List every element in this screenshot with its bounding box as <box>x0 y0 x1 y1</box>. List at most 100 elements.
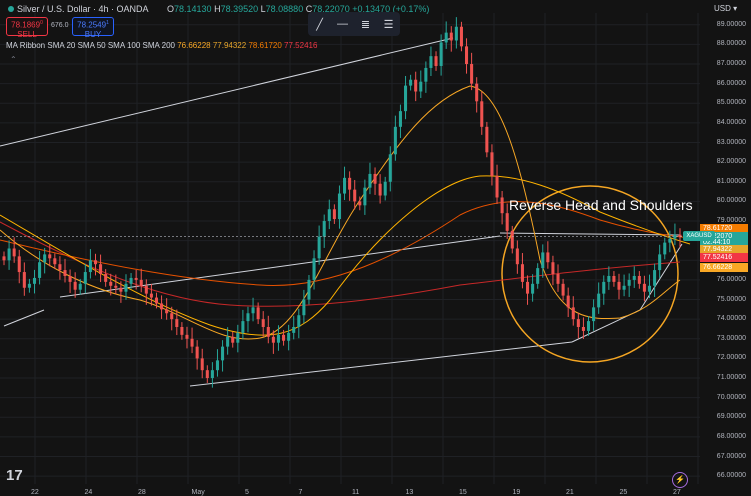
price-tick-label: 76.00000 <box>716 275 746 283</box>
candle-body <box>363 187 367 206</box>
spread-value: 676.0 <box>51 22 69 29</box>
candle-body <box>83 272 87 284</box>
candle-body <box>353 189 357 202</box>
price-tick-label: 70.00000 <box>716 393 746 401</box>
candle-body <box>592 307 596 322</box>
candle-body <box>302 299 306 316</box>
candle-body <box>134 277 138 280</box>
time-tick-label: 11 <box>352 489 360 496</box>
candle-body <box>246 313 250 322</box>
candle-body <box>368 173 372 188</box>
price-tick-label: 88.00000 <box>716 40 746 48</box>
candle-body <box>419 81 423 92</box>
candle-body <box>236 332 240 343</box>
candle-body <box>312 258 316 280</box>
candle-body <box>53 258 57 265</box>
drawing-toolbar: ╱ ― ≣ ☰ <box>308 12 400 36</box>
candle-body <box>337 193 341 220</box>
candle-body <box>653 270 657 286</box>
text-icon[interactable]: ☰ <box>381 18 397 31</box>
price-tick-label: 66.00000 <box>716 472 746 480</box>
candle-body <box>241 321 245 333</box>
candle-body <box>282 334 286 341</box>
candle-body <box>180 327 184 335</box>
pattern-annotation[interactable]: Reverse Head and Shoulders <box>509 197 693 213</box>
time-tick-label: 19 <box>512 489 521 496</box>
time-tick-label: 24 <box>84 489 93 496</box>
candle-body <box>663 242 667 255</box>
candle-body <box>470 64 474 84</box>
currency-selector[interactable]: USD ▾ <box>714 4 737 13</box>
price-tag: 76.66228 <box>700 263 748 273</box>
candle-body <box>139 279 143 286</box>
candle-body <box>317 236 321 259</box>
time-tick-label: 22 <box>31 489 39 496</box>
candle-body <box>378 183 382 196</box>
candle-body <box>200 358 204 371</box>
price-tick-label: 84.00000 <box>716 118 746 126</box>
price-tag: 77.52416 <box>700 252 748 262</box>
candle-body <box>58 264 62 271</box>
candle-body <box>571 307 575 320</box>
horizontal-line-icon[interactable]: ― <box>335 18 351 30</box>
candle-body <box>647 285 652 292</box>
candle-body <box>490 152 494 176</box>
candle-body <box>276 334 280 343</box>
candle-body <box>205 370 209 379</box>
candle-body <box>546 252 550 263</box>
price-tick-label: 67.00000 <box>716 452 746 460</box>
candle-body <box>43 254 47 263</box>
candle-body <box>424 67 428 82</box>
price-tick-label: 71.00000 <box>716 374 746 382</box>
candle-body <box>637 275 641 284</box>
candle-body <box>297 315 301 327</box>
price-tick-label: 80.00000 <box>716 197 746 205</box>
candle-body <box>500 197 504 214</box>
candle-body <box>38 262 42 278</box>
price-tick-label: 75.00000 <box>716 295 746 303</box>
candle-body <box>607 275 611 282</box>
fibonacci-icon[interactable]: ≣ <box>358 18 374 31</box>
candle-body <box>429 56 433 68</box>
candle-body <box>515 248 519 265</box>
candle-body <box>505 213 509 231</box>
candle-body <box>88 260 92 273</box>
sell-button[interactable]: 78.18690 SELL <box>6 17 48 39</box>
candle-body <box>292 327 296 333</box>
candle-body <box>327 209 331 222</box>
time-tick-label: 7 <box>298 489 303 496</box>
candle-body <box>32 277 37 284</box>
ma-ribbon-legend[interactable]: MA Ribbon SMA 20 SMA 50 SMA 100 SMA 200 … <box>6 41 317 50</box>
candle-body <box>2 256 6 261</box>
candle-body <box>287 332 291 341</box>
time-tick-label: 28 <box>138 489 146 496</box>
price-tick-label: 82.00000 <box>716 158 746 166</box>
candle-body <box>343 177 347 194</box>
candle-body <box>144 285 148 294</box>
candle-body <box>383 181 387 196</box>
candle-body <box>475 83 479 102</box>
candle-body <box>602 281 606 294</box>
lightning-icon[interactable]: ⚡ <box>672 472 688 488</box>
candle-body <box>27 283 31 288</box>
candle-body <box>271 336 275 343</box>
candle-body <box>93 260 98 265</box>
candle-body <box>561 283 565 296</box>
candle-body <box>190 338 194 347</box>
candle-body <box>434 56 438 66</box>
candle-body <box>632 275 636 280</box>
candle-body <box>195 346 199 359</box>
price-tick-label: 74.00000 <box>716 315 746 323</box>
candle-body <box>576 319 580 327</box>
chevron-up-icon[interactable]: ⌃ <box>10 55 17 64</box>
live-status-icon <box>8 6 14 12</box>
candle-body <box>510 230 514 249</box>
time-tick-label: May <box>191 489 205 496</box>
candle-body <box>160 303 164 310</box>
price-chart[interactable] <box>0 0 751 496</box>
candle-body <box>170 313 174 320</box>
symbol-title[interactable]: Silver / U.S. Dollar · 4h · OANDA <box>6 4 149 14</box>
buy-button[interactable]: 78.25491 BUY <box>72 17 114 39</box>
trend-line-icon[interactable]: ╱ <box>312 18 328 31</box>
candle-body <box>581 327 585 331</box>
